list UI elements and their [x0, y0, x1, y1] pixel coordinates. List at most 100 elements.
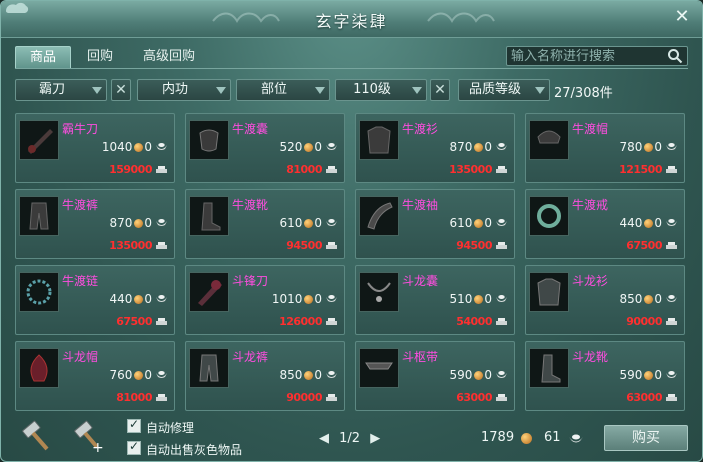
item-reference-price: 94500	[286, 239, 322, 252]
close-icon[interactable]: ✕	[672, 7, 692, 27]
buy-button[interactable]: 购买	[604, 425, 688, 451]
item-card[interactable]: 斗龙衫 850 0 90000	[525, 265, 685, 335]
item-name: 牛渡袖	[402, 198, 439, 212]
item-icon	[19, 196, 59, 236]
item-price-value: 610	[279, 216, 303, 230]
coin-icon	[474, 295, 484, 304]
item-price-value: 520	[279, 140, 303, 154]
item-price: 1010 0	[272, 292, 322, 306]
item-price-value: 590	[619, 368, 643, 382]
item-reference-price: 126000	[279, 315, 322, 328]
silver-ingot-icon	[496, 219, 507, 226]
next-page-button[interactable]: ▶	[370, 431, 380, 446]
item-icon	[359, 120, 399, 160]
item-price-value: 590	[449, 368, 473, 382]
item-card[interactable]: 斗龙囊 510 0 54000	[355, 265, 515, 335]
silver-ingot-icon	[496, 143, 507, 150]
item-price: 610 0	[279, 216, 322, 230]
item-extra-value: 0	[144, 368, 152, 382]
item-reference-price: 81000	[286, 163, 322, 176]
coin-icon	[134, 143, 144, 152]
slot-filter-label: 部位	[260, 82, 287, 97]
item-card[interactable]: 斗龙裤 850 0 90000	[185, 341, 345, 411]
coin-icon	[474, 219, 484, 228]
item-card[interactable]: 牛渡戒 440 0 67500	[525, 189, 685, 259]
item-name: 斗枢带	[402, 350, 439, 364]
silver-stack-icon	[156, 318, 167, 325]
tab-goods[interactable]: 商品	[15, 46, 72, 69]
silver-ingot-icon	[326, 143, 337, 150]
silver-ingot-icon	[156, 219, 167, 226]
item-card[interactable]: 牛渡靴 610 0 94500	[185, 189, 345, 259]
auto-sell-gray-label: 自动出售灰色物品	[146, 443, 243, 457]
item-icon	[189, 196, 229, 236]
silver-ingot-icon	[326, 295, 337, 302]
item-card[interactable]: 斗锋刀 1010 0 126000	[185, 265, 345, 335]
skill-filter-dropdown[interactable]: 内功	[137, 79, 231, 101]
item-reference-price: 67500	[116, 315, 152, 328]
level-filter-dropdown[interactable]: 110级	[335, 79, 427, 101]
level-filter-label: 110级	[353, 82, 391, 97]
slot-filter-dropdown[interactable]: 部位	[236, 79, 330, 101]
clear-level-filter-button[interactable]: ✕	[430, 79, 450, 101]
silver-stack-icon	[496, 166, 507, 173]
repair-all-hammer-icon[interactable]: +	[71, 419, 105, 453]
item-price: 590 0	[449, 368, 492, 382]
item-name: 斗锋刀	[232, 274, 269, 288]
auto-repair-checkbox[interactable]	[127, 417, 141, 433]
item-price-value: 1040	[101, 140, 133, 154]
item-count: 27/308件	[554, 86, 613, 101]
item-price: 440 0	[109, 292, 152, 306]
search-input[interactable]	[511, 47, 663, 65]
silver-stack-icon	[666, 318, 677, 325]
silver-ingot-icon	[496, 371, 507, 378]
item-card[interactable]: 斗枢带 590 0 63000	[355, 341, 515, 411]
item-card[interactable]: 牛渡裤 870 0 135000	[15, 189, 175, 259]
item-icon	[359, 196, 399, 236]
item-card[interactable]: 牛渡衫 870 0 135000	[355, 113, 515, 183]
item-name: 牛渡囊	[232, 122, 269, 136]
item-card[interactable]: 牛渡袖 610 0 94500	[355, 189, 515, 259]
tab-advanced-buyback[interactable]: 高级回购	[129, 46, 209, 68]
item-icon	[19, 348, 59, 388]
item-reference-price: 81000	[116, 391, 152, 404]
quality-filter-label: 品质等级	[468, 82, 521, 97]
shop-window: 玄字柒肆 ✕ 商品 回购 高级回购 霸刀 ✕ 内功 部位 110级 ✕ 品质等	[0, 0, 703, 462]
item-extra-value: 0	[314, 368, 322, 382]
item-price-value: 850	[279, 368, 303, 382]
coin-icon	[644, 143, 654, 152]
auto-sell-gray-checkbox[interactable]	[127, 439, 141, 455]
item-card[interactable]: 牛渡帽 780 0 121500	[525, 113, 685, 183]
gold-coin-icon	[521, 433, 532, 444]
prev-page-button[interactable]: ◀	[319, 431, 329, 446]
item-name: 牛渡戒	[572, 198, 609, 212]
item-extra-value: 0	[314, 292, 322, 306]
item-reference-price: 54000	[456, 315, 492, 328]
item-price: 520 0	[279, 140, 322, 154]
item-extra-value: 0	[484, 140, 492, 154]
item-icon	[529, 196, 569, 236]
item-extra-value: 0	[654, 216, 662, 230]
item-card[interactable]: 霸牛刀 1040 0 159000	[15, 113, 175, 183]
weapon-filter-dropdown[interactable]: 霸刀	[15, 79, 107, 101]
item-icon	[529, 120, 569, 160]
quality-filter-dropdown[interactable]: 品质等级	[458, 79, 550, 101]
item-name: 牛渡帽	[572, 122, 609, 136]
repair-hammer-icon[interactable]	[19, 419, 53, 453]
tab-buyback[interactable]: 回购	[73, 46, 127, 68]
item-card[interactable]: 斗龙帽 760 0 81000	[15, 341, 175, 411]
item-card[interactable]: 牛渡链 440 0 67500	[15, 265, 175, 335]
item-price-value: 1010	[271, 292, 303, 306]
item-card[interactable]: 牛渡囊 520 0 81000	[185, 113, 345, 183]
item-extra-value: 0	[314, 216, 322, 230]
item-icon	[359, 272, 399, 312]
search-icon[interactable]	[667, 48, 683, 64]
silver-ingot-icon	[496, 295, 507, 302]
chevron-down-icon	[535, 87, 545, 94]
item-extra-value: 0	[144, 140, 152, 154]
coin-icon	[644, 295, 654, 304]
clear-weapon-filter-button[interactable]: ✕	[111, 79, 131, 101]
item-reference-price: 67500	[626, 239, 662, 252]
coin-icon	[134, 371, 144, 380]
item-card[interactable]: 斗龙靴 590 0 63000	[525, 341, 685, 411]
